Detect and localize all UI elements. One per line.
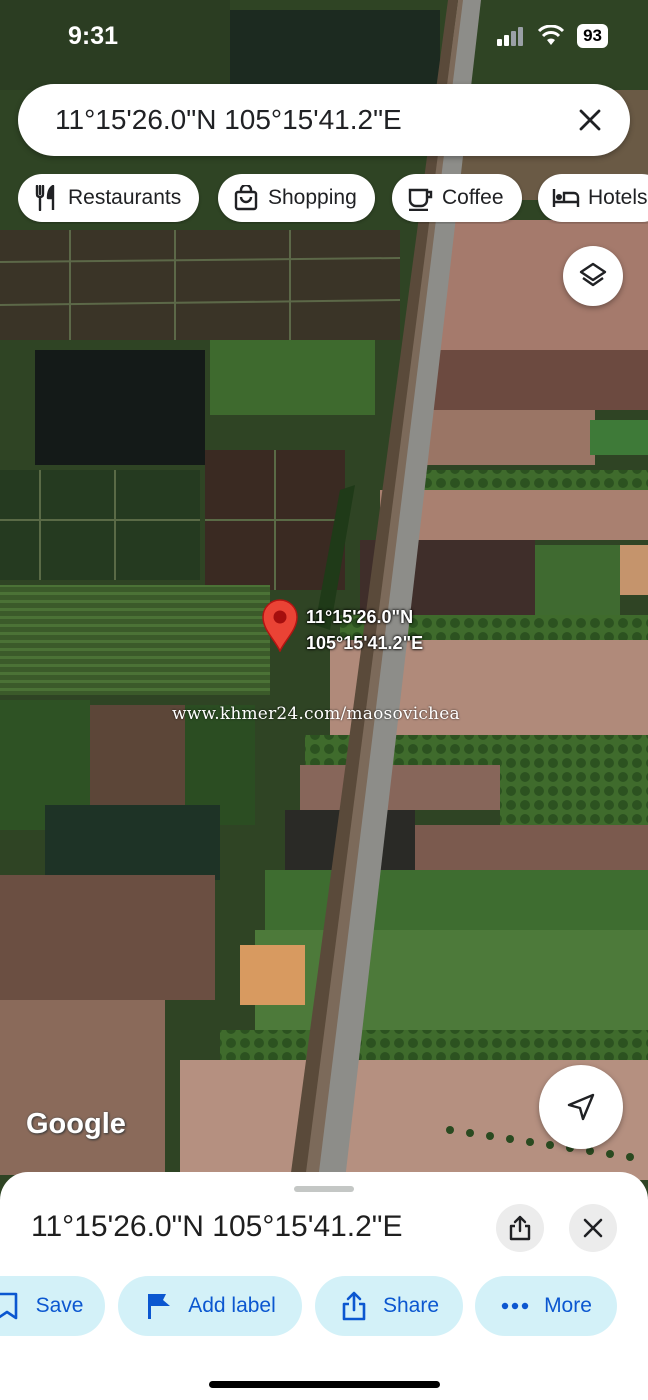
share-label: Share: [382, 1294, 440, 1317]
search-bar[interactable]: 11°15'26.0"N 105°15'41.2"E: [18, 84, 630, 156]
close-search-button[interactable]: [562, 92, 618, 148]
my-location-button[interactable]: [539, 1065, 623, 1149]
signal-icon: [497, 27, 524, 46]
chip-label: Restaurants: [68, 186, 182, 209]
status-time: 9:31: [68, 22, 119, 50]
chip-shopping[interactable]: Shopping: [218, 174, 375, 222]
chip-label: Hotels: [588, 186, 648, 209]
coffee-cup-icon: [406, 184, 434, 212]
flag-icon: [144, 1291, 174, 1321]
status-icons: 93: [497, 24, 608, 48]
fork-knife-icon: [32, 184, 60, 212]
chip-label: Shopping: [268, 186, 357, 209]
action-row: Save Add label Share More: [0, 1276, 648, 1338]
close-icon: [583, 1218, 603, 1238]
pin-label: 11°15'26.0"N 105°15'41.2"E: [306, 604, 423, 656]
place-bottom-sheet[interactable]: 11°15'26.0"N 105°15'41.2"E Save Add labe…: [0, 1172, 648, 1400]
place-title: 11°15'26.0"N 105°15'41.2"E: [31, 1210, 403, 1243]
add-label-button[interactable]: Add label: [118, 1276, 302, 1336]
watermark: www.khmer24.com/maosovichea: [172, 704, 460, 724]
more-button[interactable]: More: [475, 1276, 617, 1336]
chip-hotels[interactable]: Hotels: [538, 174, 648, 222]
layers-button[interactable]: [563, 246, 623, 306]
wifi-icon: [538, 25, 565, 45]
sheet-drag-handle[interactable]: [294, 1186, 354, 1192]
sheet-share-button[interactable]: [496, 1204, 544, 1252]
battery-icon: 93: [577, 24, 608, 48]
more-dots-icon: [500, 1291, 530, 1321]
chip-label: Coffee: [442, 186, 504, 209]
chip-restaurants[interactable]: Restaurants: [18, 174, 200, 222]
share-button[interactable]: Share: [315, 1276, 463, 1336]
close-icon: [579, 109, 601, 131]
add-label-label: Add label: [188, 1294, 276, 1317]
bed-icon: [552, 184, 580, 212]
search-input[interactable]: 11°15'26.0"N 105°15'41.2"E: [55, 104, 562, 136]
google-logo: Google: [26, 1108, 126, 1140]
share-icon: [509, 1215, 531, 1241]
layers-icon: [579, 262, 607, 287]
home-indicator[interactable]: [209, 1381, 440, 1388]
category-chips: Restaurants Shopping Coffee Hotels: [18, 174, 648, 224]
save-button[interactable]: Save: [0, 1276, 105, 1336]
status-bar: 9:31 93: [0, 0, 648, 72]
pin-label-longitude: 105°15'41.2"E: [306, 633, 424, 653]
navigation-arrow-icon: [567, 1093, 595, 1121]
save-label: Save: [35, 1294, 84, 1317]
pin-label-latitude: 11°15'26.0"N: [306, 607, 414, 627]
bookmark-icon: [0, 1291, 22, 1321]
location-pin-icon[interactable]: [261, 598, 299, 652]
share-icon: [339, 1291, 369, 1321]
more-label: More: [544, 1294, 592, 1317]
chip-coffee[interactable]: Coffee: [392, 174, 522, 222]
shopping-bag-icon: [232, 184, 260, 212]
sheet-close-button[interactable]: [569, 1204, 617, 1252]
